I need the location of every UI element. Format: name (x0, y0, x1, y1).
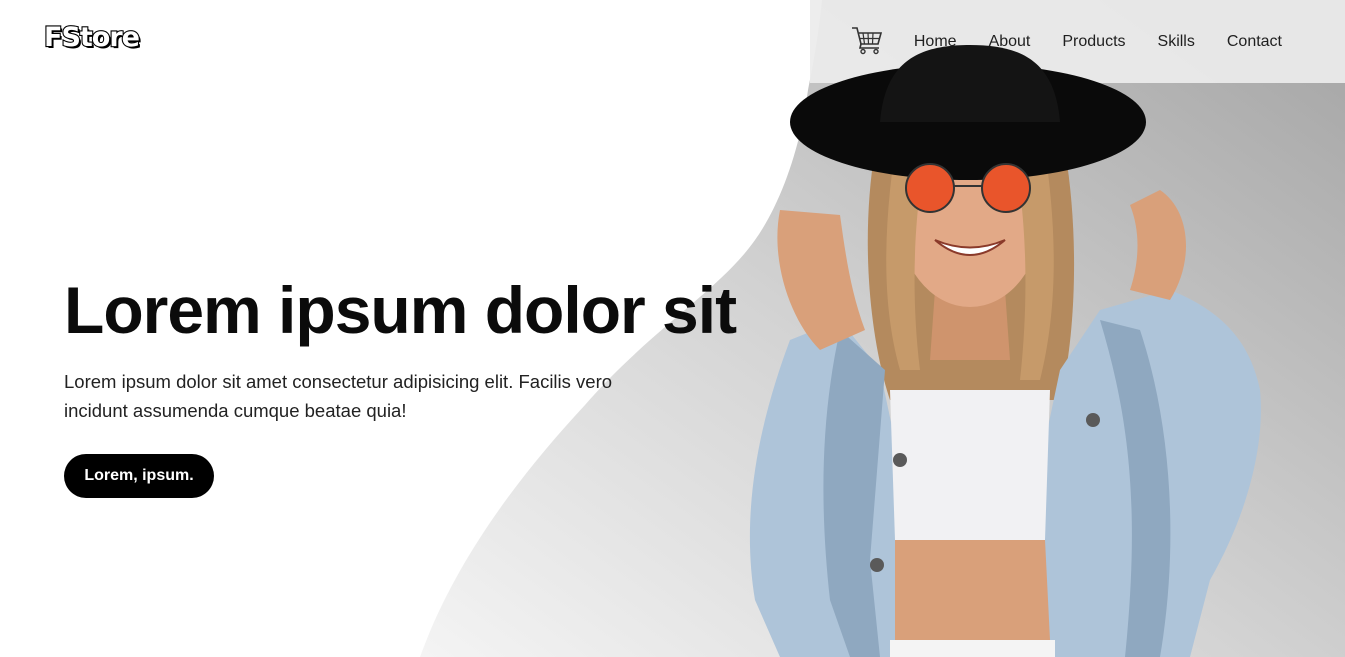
nav-link-skills[interactable]: Skills (1158, 33, 1195, 51)
model-photo (749, 45, 1261, 657)
hero-cta-button[interactable]: Lorem, ipsum. (64, 454, 214, 498)
top-navigation: Home About Products Skills Contact (815, 0, 1345, 83)
shopping-cart-icon[interactable] (850, 25, 884, 55)
hero-description: Lorem ipsum dolor sit amet consectetur a… (64, 371, 613, 421)
hero-title: Lorem ipsum dolor sit (64, 273, 737, 347)
nav-link-home[interactable]: Home (914, 33, 957, 51)
landing-page: FStore Home About Products Skills Contac… (0, 0, 1345, 657)
nav-link-products[interactable]: Products (1062, 33, 1125, 51)
nav-link-contact[interactable]: Contact (1227, 33, 1282, 51)
brand-logo[interactable]: FStore (43, 21, 141, 54)
nav-link-about[interactable]: About (989, 33, 1031, 51)
